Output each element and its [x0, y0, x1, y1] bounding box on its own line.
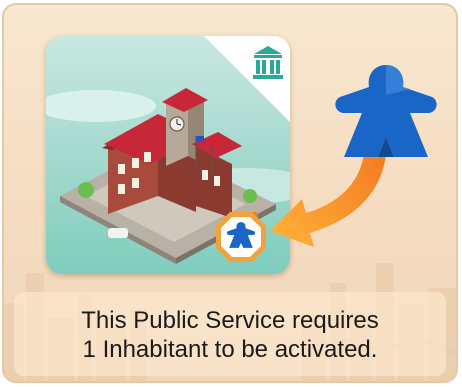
caption-line-1: This Public Service requires	[81, 307, 379, 334]
inhabitant-cost-badge	[216, 212, 266, 262]
blue-meeple-icon	[335, 65, 437, 157]
caption-box: This Public Service requires 1 Inhabitan…	[14, 292, 446, 376]
tutorial-panel: This Public Service requires 1 Inhabitan…	[2, 3, 458, 383]
caption-line-2: 1 Inhabitant to be activated.	[82, 336, 378, 363]
